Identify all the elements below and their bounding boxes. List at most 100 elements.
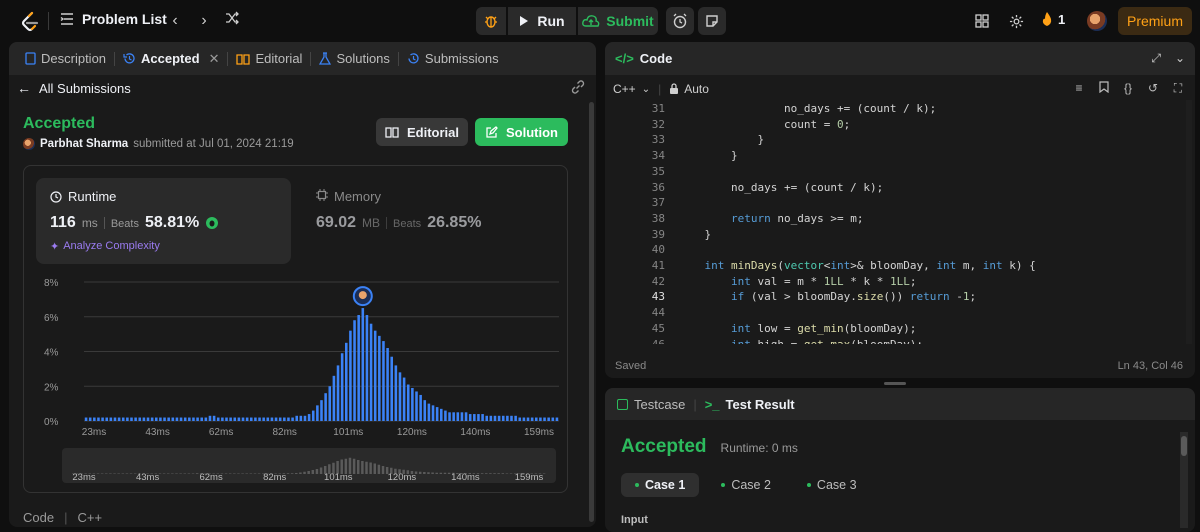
x-tick-label: 159ms [524,427,554,436]
test-runtime: Runtime: 0 ms [720,441,798,455]
navigator-bar [195,473,199,474]
flask-icon [319,52,332,65]
analyze-complexity-link[interactable]: ✦ Analyze Complexity [50,240,160,253]
code-line[interactable]: 34 } [605,148,1185,164]
code-line[interactable]: 32 count = 0; [605,117,1185,133]
panel-resize-handle[interactable] [884,382,906,385]
left-panel-scrollbar[interactable] [589,102,594,522]
code-scrollbar[interactable] [1186,100,1192,344]
code-line[interactable]: 38 return no_days >= m; [605,211,1185,227]
leetcode-logo-icon[interactable] [18,10,42,34]
author-name[interactable]: Parbhat Sharma [40,138,128,150]
reset-undo-icon[interactable]: ↺ [1145,81,1161,97]
navigator-bar [299,472,302,474]
code-line[interactable]: 40 [605,242,1185,258]
submission-panel: Description Accepted ✕ Editorial Solutio… [9,42,596,527]
memory-title[interactable]: Memory [316,189,381,204]
notes-button[interactable] [698,7,726,35]
navigator-bar [418,471,422,474]
code-line[interactable]: 43 if (val > bloomDay.size()) return -1; [605,289,1185,305]
checkbox-icon [617,398,628,410]
case-tab-2[interactable]: Case 2 [707,473,785,497]
navigator-bar [357,460,360,474]
runtime-box[interactable]: Runtime 116 ms Beats 58.81% ✦ Analyze Co… [36,178,291,264]
cursor-position: Ln 43, Col 46 [1117,360,1183,372]
prev-problem-chevron-left-icon[interactable]: ‹ [165,11,185,31]
expand-icon[interactable]: ⛶ [1170,81,1186,97]
debug-button[interactable] [476,7,506,35]
chart-bar [311,410,315,421]
chart-bar [237,417,241,422]
code-line[interactable]: 31 no_days += (count / k); [605,101,1185,117]
line-number: 35 [651,164,665,178]
code-line[interactable]: 36 no_days += (count / k); [605,180,1185,196]
navigator-bar [501,473,505,474]
share-link-icon[interactable] [570,79,586,95]
tab-test-result[interactable]: >_ Test Result [705,397,795,412]
chart-bar [84,417,88,422]
tab-testcase[interactable]: Testcase [617,397,685,412]
code-line[interactable]: 39 } [605,227,1185,243]
submit-button[interactable]: Submit [578,7,658,35]
code-line[interactable]: 33 } [605,132,1185,148]
navigator-tick-label: 82ms [263,472,286,483]
language-label: C++ [613,82,636,96]
chevron-down-icon[interactable]: ⌄ [1175,51,1185,66]
close-tab-icon[interactable]: ✕ [209,51,220,67]
runtime-title: Runtime [50,189,116,204]
maximize-icon[interactable]: ⤢ [1151,51,1161,66]
tab-editorial[interactable]: Editorial [228,42,310,75]
bookmark-icon[interactable] [1096,81,1112,97]
settings-gear-icon[interactable] [1006,11,1026,31]
tab-description[interactable]: Description [17,42,114,75]
test-panel-scrollbar[interactable] [1180,432,1188,528]
code-line[interactable]: 41 int minDays(vector<int>& bloomDay, in… [605,258,1185,274]
code-line[interactable]: 37 [605,195,1185,211]
case-tab-1[interactable]: Case 1 [621,473,700,497]
problem-list-button[interactable]: Problem List [60,11,167,27]
divider: | [64,510,68,525]
timer-button[interactable] [666,7,694,35]
code-line[interactable]: 35 [605,164,1185,180]
scrollbar-thumb[interactable] [1181,436,1187,456]
chart-bar [394,365,398,421]
user-avatar[interactable] [1087,11,1107,31]
language-select[interactable]: C++ ⌄ [613,82,650,96]
code-line[interactable]: 45 int low = get_min(bloomDay); [605,321,1185,337]
tab-submissions[interactable]: Submissions [399,42,507,75]
case-tabs: Case 1 Case 2 Case 3 [621,473,871,497]
next-problem-chevron-right-icon[interactable]: › [194,11,214,31]
chart-range-navigator[interactable]: 23ms 43ms 62ms 82ms 101ms 120ms 140ms 159ms [62,448,556,483]
chart-bar [250,417,253,422]
premium-button[interactable]: Premium [1118,7,1192,35]
code-editor[interactable]: 31 no_days += (count / k); 32 count = 0; 3… [605,100,1185,344]
all-submissions-link[interactable]: ← All Submissions [9,75,596,101]
navigator-bar [480,473,484,474]
y-tick-label: 4% [44,348,59,359]
navigator-bar [253,473,257,474]
navigator-tick-label: 120ms [388,472,417,483]
run-button[interactable]: Run [508,7,576,35]
editorial-button-label: Editorial [406,124,459,140]
chart-bar [522,417,526,422]
navigator-bar [129,473,133,474]
code-line[interactable]: 46 int high = get_max(bloomDay); [605,337,1185,345]
shuffle-icon[interactable] [222,11,242,31]
braces-icon[interactable]: {} [1120,81,1136,97]
layout-grid-icon[interactable] [972,11,992,31]
memory-values: 69.02 MB Beats 26.85% [316,214,481,232]
case-tab-3[interactable]: Case 3 [793,473,871,497]
code-line[interactable]: 42 int val = m * 1LL * k * 1LL; [605,274,1185,290]
code-line[interactable]: 44 [605,305,1185,321]
streak-counter[interactable]: 1 [1041,11,1065,27]
tab-accepted[interactable]: Accepted ✕ [115,42,227,75]
navigator-bar [105,473,108,474]
auto-mode-toggle[interactable]: Auto [669,82,709,96]
editorial-button[interactable]: Editorial [376,118,468,146]
memory-title-label: Memory [334,189,381,204]
navigator-tick-label: 62ms [199,472,222,483]
runtime-distribution-chart[interactable]: 8% 6% 4% 2% 0% 23ms 43ms 62ms 82ms 101ms 120ms 140m… [24,276,569,436]
tab-solutions[interactable]: Solutions [311,42,397,75]
format-lines-icon[interactable]: ≡ [1071,81,1087,97]
solution-button[interactable]: Solution [475,118,568,146]
